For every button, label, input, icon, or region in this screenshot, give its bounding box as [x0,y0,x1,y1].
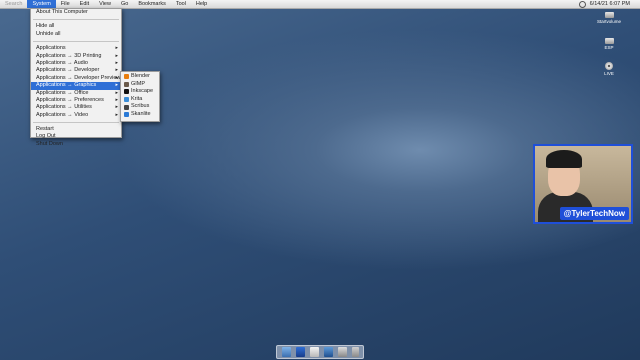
submenu-item-label: Krita [131,95,143,102]
menu-item-audio[interactable]: Applications → Audio ▸ [31,60,121,67]
trash-icon[interactable] [351,347,359,357]
menu-item-shut-down[interactable]: Shut Down [31,141,121,148]
text-editor-icon[interactable] [309,347,319,357]
submenu-item-skanlite[interactable]: Skanlite [121,111,159,119]
menubar-help[interactable]: Help [191,0,212,8]
menubar-edit[interactable]: Edit [75,0,94,8]
desktop-icon-label: Startvolume [596,19,621,24]
terminal-icon[interactable] [337,347,347,357]
submenu-item-label: Blender [131,73,150,79]
submenu-item-krita[interactable]: Krita [121,96,159,104]
submenu-item-inkscape[interactable]: Inkscape [121,88,159,96]
chevron-right-icon: ▸ [115,96,118,103]
blender-icon [124,74,129,80]
chevron-right-icon: ▸ [115,111,118,118]
menu-item-label: Applications → Audio [36,59,88,66]
menu-item-label: Applications → Developer [36,67,100,74]
menu-separator [33,19,119,21]
menubar-search[interactable]: Search [0,0,27,8]
menu-item-developer-preview[interactable]: Applications → Developer Preview ▸ [31,75,121,82]
menu-item-log-out[interactable]: Log Out [31,133,121,140]
scribus-icon [124,104,129,110]
menu-item-applications[interactable]: Applications ▸ [31,45,121,52]
menu-item-developer[interactable]: Applications → Developer ▸ [31,67,121,74]
webcam-person-beanie [546,150,582,168]
submenu-item-label: Inkscape [131,88,154,95]
chevron-right-icon: ▸ [115,59,118,66]
chevron-right-icon: ▸ [115,89,118,96]
browser-icon[interactable] [295,347,305,357]
submenu-item-label: Skanlite [131,110,151,117]
chevron-right-icon: ▸ [115,82,118,89]
menu-item-about[interactable]: About This Computer [31,9,121,16]
menu-item-preferences[interactable]: Applications → Preferences ▸ [31,97,121,104]
desktop-icon-esp[interactable]: ESP [594,38,624,50]
system-menu: About This Computer Hide all Unhide all … [30,8,122,147]
app-icon[interactable] [323,347,333,357]
webcam-overlay: @TylerTechNow [533,144,633,224]
chevron-right-icon: ▸ [115,104,118,111]
menubar-view[interactable]: View [94,0,116,8]
submenu-item-label: GIMP [131,80,146,87]
menu-item-label: Applications → Utilities [36,104,92,111]
hard-disk-icon [604,38,614,44]
menu-item-utilities[interactable]: Applications → Utilities ▸ [31,104,121,111]
gimp-icon [124,81,129,87]
menu-item-office[interactable]: Applications → Office ▸ [31,90,121,97]
chevron-right-icon: ▸ [115,67,118,74]
menubar-go[interactable]: Go [116,0,133,8]
webcam-handle-label: @TylerTechNow [559,207,629,220]
menu-item-video[interactable]: Applications → Video ▸ [31,112,121,119]
menu-item-label: Applications → Graphics [36,82,97,89]
status-icon[interactable] [578,1,586,8]
menu-item-hide-all[interactable]: Hide all [31,23,121,30]
menu-item-label: Applications → Office [36,89,89,96]
submenu-item-blender[interactable]: Blender [121,73,159,81]
hard-disk-icon [604,12,614,18]
inkscape-icon [124,89,129,95]
chevron-right-icon: ▸ [115,45,118,52]
menu-item-label: Applications [36,45,66,52]
menubar-system[interactable]: System [27,0,56,8]
submenu-item-gimp[interactable]: GIMP [121,81,159,89]
menu-separator [33,41,119,43]
cd-icon [605,62,613,70]
menubar-bookmarks[interactable]: Bookmarks [133,0,171,8]
graphics-submenu: Blender GIMP Inkscape Krita Scribus Skan… [120,71,160,122]
desktop-icon-startvolume[interactable]: Startvolume [594,12,624,24]
menu-item-label: Applications → Video [36,111,89,118]
menu-item-graphics[interactable]: Applications → Graphics ▸ [31,82,121,90]
submenu-item-scribus[interactable]: Scribus [121,103,159,111]
skanlite-icon [124,112,129,118]
chevron-right-icon: ▸ [115,52,118,59]
menubar-clock[interactable]: 6/14/21 6:07 PM [590,0,630,8]
menu-item-label: Applications → 3D Printing [36,52,102,59]
desktop-icon-label: LIVE [604,71,614,76]
krita-icon [124,97,129,103]
menu-item-label: Applications → Developer Preview [36,74,121,81]
menubar-tool[interactable]: Tool [171,0,191,8]
menu-separator [33,122,119,124]
submenu-item-label: Scribus [131,103,150,110]
desktop-icon-live[interactable]: LIVE [594,62,624,76]
desktop-icon-label: ESP [604,45,614,50]
menu-item-3d-printing[interactable]: Applications → 3D Printing ▸ [31,53,121,60]
menubar-file[interactable]: File [56,0,75,8]
menu-item-restart[interactable]: Restart [31,126,121,133]
dock [276,345,364,359]
menu-item-label: Applications → Preferences [36,96,104,103]
chevron-right-icon: ▸ [115,74,118,81]
filer-icon[interactable] [281,347,291,357]
menu-item-unhide-all[interactable]: Unhide all [31,31,121,38]
